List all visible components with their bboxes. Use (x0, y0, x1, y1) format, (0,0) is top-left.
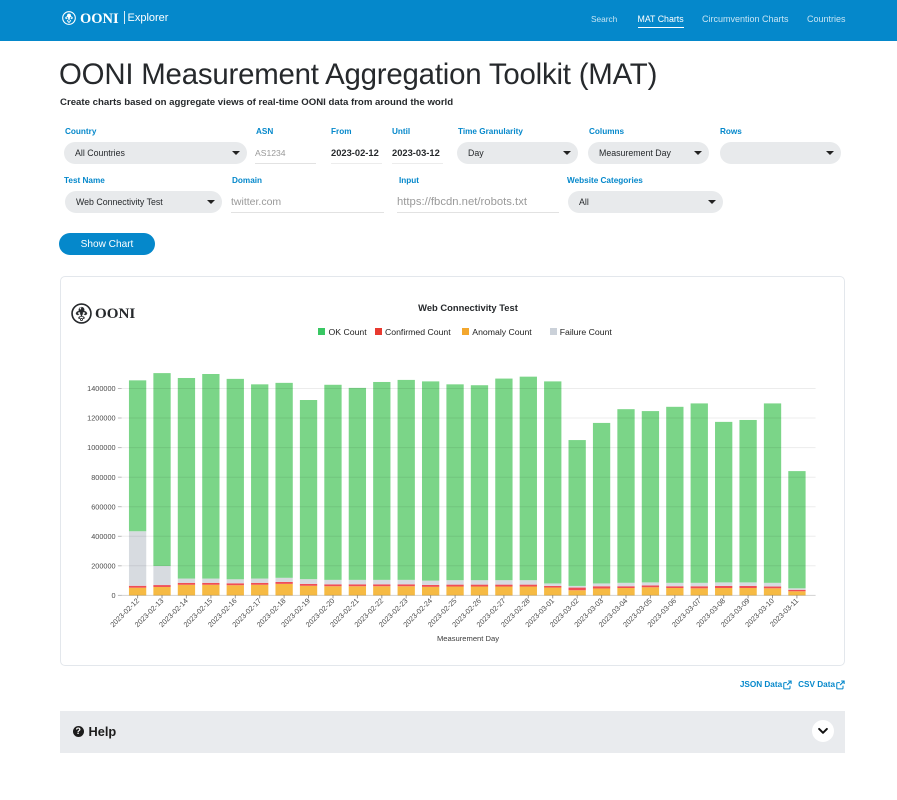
svg-text:800000: 800000 (91, 473, 115, 482)
svg-text:1200000: 1200000 (87, 414, 115, 423)
svg-text:400000: 400000 (91, 532, 115, 541)
svg-text:1400000: 1400000 (87, 384, 115, 393)
svg-text:600000: 600000 (91, 502, 115, 511)
svg-text:Measurement Day: Measurement Day (437, 634, 499, 643)
svg-text:200000: 200000 (91, 561, 115, 570)
svg-text:1000000: 1000000 (87, 443, 115, 452)
svg-text:0: 0 (112, 591, 116, 600)
